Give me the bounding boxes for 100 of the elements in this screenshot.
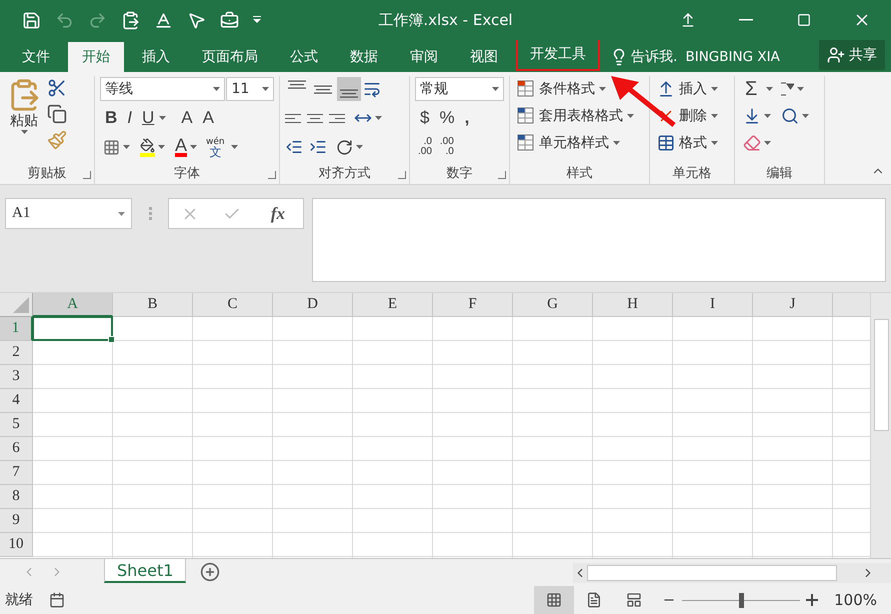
font-icon[interactable] (154, 10, 173, 30)
paint-bucket-icon (140, 138, 155, 152)
cut-icon[interactable] (47, 78, 67, 98)
align-right-icon[interactable] (329, 114, 345, 122)
decimal-button[interactable]: .0 .00 (415, 137, 435, 157)
shrink-font-button[interactable]: A (198, 106, 219, 130)
cells-menu-button[interactable]: 格式 (655, 130, 729, 156)
ribbon-tab[interactable]: 文件 (8, 42, 64, 72)
user-name[interactable]: BINGBING XIA (685, 42, 780, 72)
cell-grid[interactable] (33, 317, 870, 558)
decimal-button[interactable]: .00 .0 (436, 137, 457, 157)
macro-record-icon[interactable] (49, 592, 65, 608)
minimize-icon (739, 19, 753, 21)
formula-field[interactable] (312, 198, 886, 282)
caret-icon (802, 114, 809, 118)
vertical-align-button[interactable] (337, 77, 361, 101)
cells-menu-button[interactable]: 插入 (655, 76, 729, 102)
zoom-thumb[interactable] (739, 592, 744, 608)
copy-icon[interactable] (47, 104, 67, 124)
zoom-in-icon[interactable] (806, 594, 818, 606)
ribbon-tab[interactable]: 插入 (128, 42, 184, 72)
row-header[interactable]: 9 (0, 509, 33, 533)
caret-icon (797, 87, 804, 91)
share-button[interactable]: 共享 (819, 40, 885, 70)
font-style-button[interactable]: B (100, 106, 122, 130)
pointer-icon[interactable] (187, 10, 206, 30)
column-header[interactable]: G (513, 293, 593, 317)
zoom-percent[interactable]: 100% (834, 591, 877, 609)
clipboard-icon[interactable] (121, 10, 140, 30)
save-icon[interactable] (22, 10, 41, 30)
grow-font-button[interactable]: A (176, 106, 198, 130)
ribbon-tab[interactable]: 页面布局 (188, 42, 272, 72)
column-header[interactable]: D (273, 293, 353, 317)
column-header[interactable]: I (673, 293, 753, 317)
column-header[interactable]: B (113, 293, 193, 317)
row-header[interactable]: 5 (0, 413, 33, 437)
caret-icon (356, 145, 363, 149)
number-format-button[interactable]: , (460, 106, 474, 130)
column-header[interactable]: J (753, 293, 833, 317)
column-header[interactable]: H (593, 293, 673, 317)
conditional-style-icon (517, 80, 535, 98)
horizontal-scroll-thumb[interactable] (587, 565, 837, 581)
number-format-button[interactable]: $ (415, 106, 434, 130)
column-header[interactable]: F (433, 293, 513, 317)
row-header[interactable]: 1 (0, 317, 33, 341)
font-style-button[interactable]: U (137, 106, 160, 130)
insert-function-button[interactable]: fx (264, 202, 292, 224)
launcher-icon[interactable] (498, 171, 506, 179)
column-header[interactable]: C (193, 293, 273, 317)
paste-button[interactable]: 粘贴 (5, 76, 43, 162)
row-header[interactable]: 10 (0, 533, 33, 557)
view-button[interactable] (534, 586, 574, 614)
toolbox-icon[interactable] (220, 10, 239, 30)
eraser-icon (743, 134, 761, 152)
caret-icon (20, 130, 28, 134)
column-header[interactable]: E (353, 293, 433, 317)
font-name-field[interactable]: 等线 (100, 77, 226, 101)
search-icon (781, 107, 799, 125)
phonetic-button[interactable]: wén 文 (204, 137, 227, 157)
wrap-text-icon[interactable] (363, 80, 381, 98)
align-left-icon[interactable] (285, 114, 301, 122)
ribbon-tab[interactable]: 公式 (276, 42, 332, 72)
font-color-button[interactable]: A (172, 135, 200, 159)
column-header[interactable]: A (33, 293, 113, 317)
font-size-field[interactable]: 11 (226, 77, 274, 101)
row-header[interactable]: 3 (0, 365, 33, 389)
tell-me-field[interactable]: 告诉我. (631, 48, 678, 66)
row-header[interactable]: 4 (0, 389, 33, 413)
upload-icon (680, 12, 696, 28)
row-header[interactable]: 7 (0, 461, 33, 485)
sheet-tab[interactable]: Sheet1 (104, 559, 186, 583)
cells-menu-button[interactable]: 删除 (655, 103, 729, 129)
add-sheet-icon[interactable] (200, 562, 220, 582)
vertical-scroll-thumb[interactable] (874, 319, 888, 431)
launcher-icon[interactable] (398, 171, 406, 179)
caret-icon (764, 141, 771, 145)
style-menu-button[interactable]: 套用表格格式 (515, 103, 644, 129)
row-header[interactable]: 2 (0, 341, 33, 365)
ribbon-tab[interactable]: 开发工具 (516, 37, 600, 71)
launcher-icon[interactable] (268, 171, 276, 179)
group-label: 剪贴板 (28, 165, 66, 182)
customize-icon[interactable] (253, 16, 261, 24)
row-header[interactable]: 6 (0, 437, 33, 461)
active-cell[interactable] (32, 316, 113, 341)
number-format-field[interactable]: 常规 (415, 77, 504, 101)
row-header[interactable]: 8 (0, 485, 33, 509)
number-format-button[interactable]: % (434, 106, 460, 130)
align-center-icon[interactable] (307, 114, 323, 122)
launcher-icon[interactable] (83, 171, 91, 179)
autosum-button[interactable]: Σ (740, 77, 762, 101)
style-menu-button[interactable]: 单元格样式 (515, 130, 644, 156)
corner-triangle-icon (13, 297, 29, 313)
decrease-indent-icon[interactable] (285, 138, 303, 156)
ribbon-tab[interactable]: 数据 (336, 42, 392, 72)
ribbon-tab[interactable]: 审阅 (396, 42, 452, 72)
increase-indent-icon[interactable] (309, 138, 327, 156)
ribbon-tab[interactable]: 视图 (456, 42, 512, 72)
font-style-button[interactable]: I (122, 106, 138, 130)
name-box[interactable]: A1 (5, 198, 132, 229)
ribbon-tab[interactable]: 开始 (68, 42, 124, 72)
